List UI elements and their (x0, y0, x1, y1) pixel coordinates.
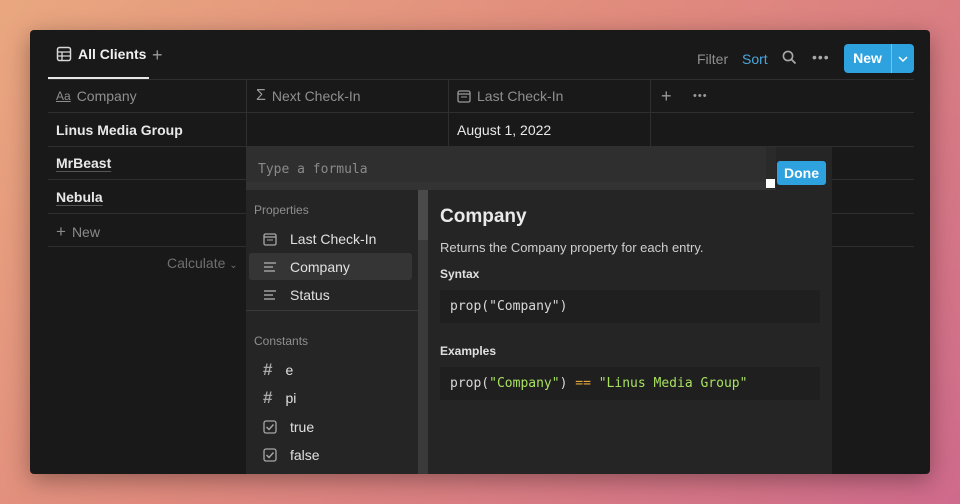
filter-button[interactable]: Filter (697, 51, 728, 67)
detail-title: Company (440, 206, 527, 227)
text-lines-icon (263, 289, 277, 301)
list-scrollbar[interactable] (418, 190, 428, 474)
calculate-button[interactable]: Calculate ⌄ (167, 255, 238, 271)
calendar-icon (457, 89, 471, 103)
item-label: Company (290, 258, 350, 275)
calculate-label: Calculate (167, 255, 226, 271)
new-row-button[interactable]: + New (56, 222, 100, 242)
new-row-label: New (71, 224, 100, 240)
column-more-icon[interactable]: ••• (693, 80, 708, 112)
code-fn: prop( (450, 299, 490, 314)
header-divider (48, 112, 914, 113)
code-close: ) (559, 299, 568, 314)
add-column-icon[interactable]: + (661, 80, 672, 112)
column-label: Next Check-In (271, 88, 361, 104)
formula-input[interactable] (256, 157, 760, 181)
checkbox-icon (263, 419, 277, 434)
column-header-last-check-in[interactable]: Last Check-In (457, 80, 563, 112)
constant-item-pi[interactable]: # pi (249, 384, 412, 411)
hash-icon: # (263, 359, 273, 379)
new-button-label[interactable]: New (844, 44, 891, 73)
property-item-status[interactable]: Status (249, 281, 412, 308)
chevron-down-icon: ⌄ (229, 260, 238, 271)
formula-bar-edge (246, 182, 776, 190)
examples-heading: Examples (440, 344, 497, 358)
column-label: Last Check-In (477, 88, 564, 104)
new-button[interactable]: New (844, 44, 914, 73)
chevron-down-icon[interactable] (891, 44, 914, 73)
item-label: false (290, 446, 320, 463)
more-options-icon[interactable]: ••• (812, 49, 830, 65)
example-code: prop("Company") == "Linus Media Group" (440, 367, 820, 400)
code-arg: "Company" (489, 299, 560, 314)
sort-button[interactable]: Sort (742, 51, 768, 67)
property-item-last-check-in[interactable]: Last Check-In (249, 225, 412, 252)
code-string: "Linus Media Group" (598, 376, 748, 391)
syntax-code: prop("Company") (440, 290, 820, 323)
item-label: Last Check-In (290, 230, 377, 247)
section-title-properties: Properties (254, 203, 309, 217)
database-window: All Clients + Filter Sort ••• New Aa Com… (30, 30, 930, 474)
cell-company[interactable]: MrBeast (56, 155, 111, 171)
code-operator: == (575, 376, 591, 391)
code-close: ) (559, 376, 568, 391)
scrollbar-thumb[interactable] (418, 190, 428, 240)
done-button[interactable]: Done (777, 161, 826, 185)
column-header-next-check-in[interactable]: Σ Next Check-In (256, 80, 361, 112)
constant-item-true[interactable]: true (249, 413, 412, 440)
property-item-company[interactable]: Company (249, 253, 412, 280)
section-divider (246, 310, 418, 311)
search-icon[interactable] (782, 50, 797, 70)
view-toolbar: All Clients + Filter Sort ••• New (30, 30, 930, 79)
constant-item-e[interactable]: # e (249, 356, 412, 383)
text-lines-icon (263, 261, 277, 273)
checkbox-icon (263, 447, 277, 462)
detail-description: Returns the Company property for each en… (440, 240, 704, 255)
text-property-icon: Aa (56, 89, 71, 103)
column-divider (448, 80, 449, 146)
column-label: Company (76, 88, 137, 104)
constant-item-false[interactable]: false (249, 441, 412, 468)
item-label: e (285, 361, 294, 378)
formula-reference-list: Properties Last Check-In Company Status (246, 190, 418, 474)
calendar-icon (263, 232, 277, 246)
section-title-constants: Constants (254, 334, 309, 348)
formula-detail-panel: Company Returns the Company property for… (428, 190, 832, 474)
column-header-company[interactable]: Aa Company (56, 80, 137, 112)
item-label: pi (285, 389, 297, 406)
resize-handle[interactable] (766, 179, 775, 188)
cell-last-check-in[interactable]: August 1, 2022 (457, 122, 551, 138)
cell-company[interactable]: Linus Media Group (56, 122, 183, 138)
code-fn: prop( (450, 376, 490, 391)
plus-icon: + (56, 222, 66, 241)
item-label: true (290, 418, 315, 435)
formula-editor-popup: Done Properties Last Check-In Company St… (246, 147, 832, 474)
tab-all-clients[interactable]: All Clients (48, 30, 149, 79)
code-arg: "Company" (489, 376, 560, 391)
syntax-heading: Syntax (440, 267, 480, 281)
hash-icon: # (263, 387, 273, 407)
cell-company[interactable]: Nebula (56, 189, 103, 205)
add-view-icon[interactable]: + (152, 46, 163, 64)
column-divider (650, 80, 651, 146)
column-divider (246, 80, 247, 146)
item-label: Status (290, 286, 330, 303)
table-view-icon (56, 46, 72, 62)
formula-sigma-icon: Σ (256, 87, 266, 104)
tab-label: All Clients (78, 45, 147, 62)
